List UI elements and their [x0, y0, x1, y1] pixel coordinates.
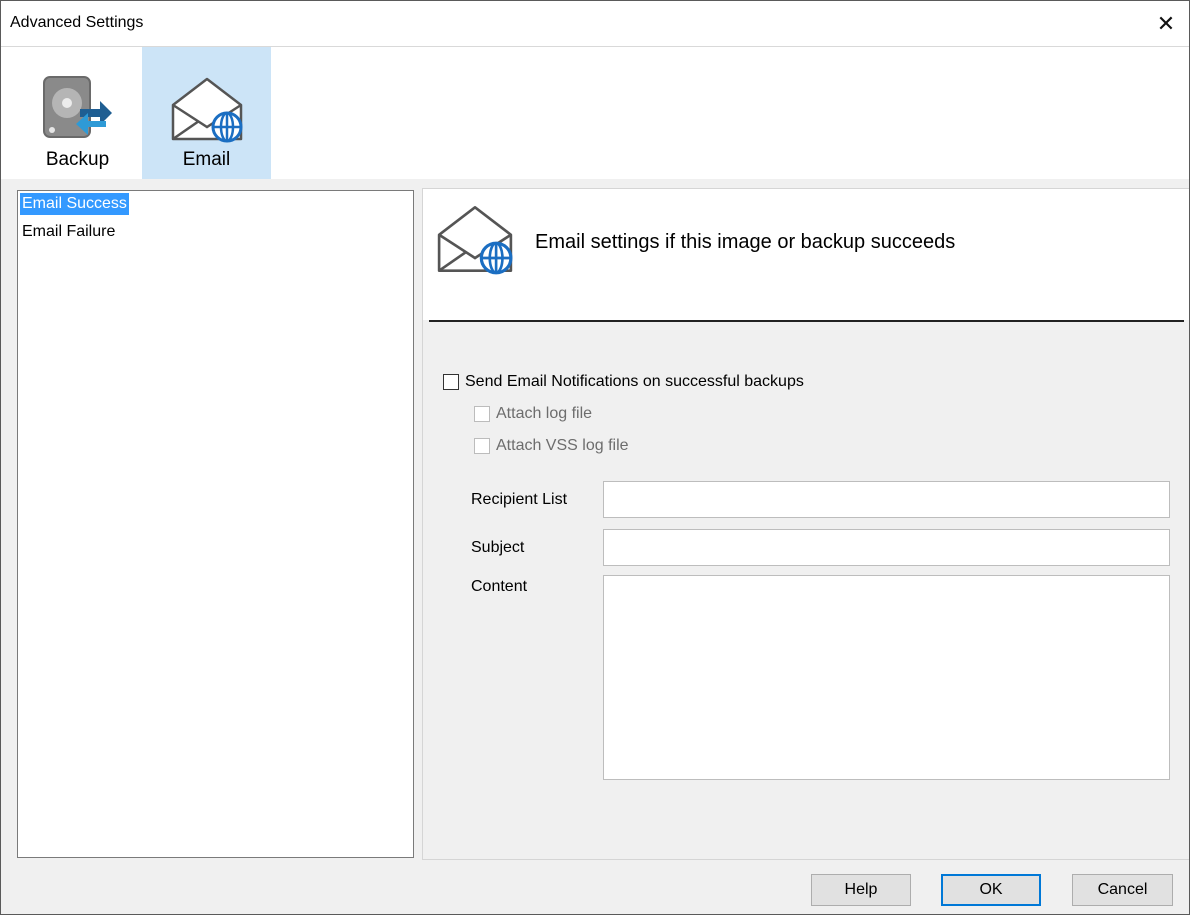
disk-sync-icon — [43, 76, 112, 138]
help-button[interactable]: Help — [811, 874, 911, 906]
toolbar-backup-label: Backup — [45, 149, 110, 170]
panel-heading: Email settings if this image or backup s… — [535, 231, 956, 253]
list-item-email-failure[interactable]: Email Failure — [20, 221, 117, 243]
attach-log-label: Attach log file — [496, 405, 593, 422]
attach-vss-log-row: Attach VSS log file — [474, 437, 629, 455]
content-textarea[interactable] — [603, 575, 1170, 780]
attach-log-checkbox — [474, 406, 490, 422]
settings-panel: Email settings if this image or backup s… — [422, 188, 1189, 860]
subject-label: Subject — [471, 539, 525, 556]
list-item-email-success[interactable]: Email Success — [20, 193, 129, 215]
send-notifications-row[interactable]: Send Email Notifications on successful b… — [443, 373, 804, 391]
toolbar-email-button[interactable]: Email — [142, 47, 271, 179]
subject-input[interactable] — [603, 529, 1170, 566]
send-notifications-label: Send Email Notifications on successful b… — [465, 373, 804, 390]
window-title: Advanced Settings — [10, 14, 144, 31]
cancel-button[interactable]: Cancel — [1072, 874, 1173, 906]
panel-header: Email settings if this image or backup s… — [423, 189, 1189, 320]
recipient-list-label: Recipient List — [471, 491, 568, 508]
send-notifications-checkbox[interactable] — [443, 374, 459, 390]
content-label: Content — [471, 578, 528, 595]
close-icon: ✕ — [1156, 10, 1176, 36]
envelope-globe-icon — [437, 206, 513, 275]
recipient-list-input[interactable] — [603, 481, 1170, 518]
toolbar-backup-button[interactable]: Backup — [13, 47, 142, 179]
ok-button[interactable]: OK — [941, 874, 1041, 906]
attach-vss-log-label: Attach VSS log file — [496, 437, 629, 454]
title-bar: Advanced Settings ✕ — [1, 1, 1189, 47]
close-button[interactable]: ✕ — [1143, 1, 1189, 46]
settings-list: Email Success Email Failure — [17, 190, 414, 858]
attach-vss-log-checkbox — [474, 438, 490, 454]
attach-log-row: Attach log file — [474, 405, 592, 423]
category-toolbar: Backup Email — [1, 47, 1189, 179]
advanced-settings-dialog: Advanced Settings ✕ Backup Email Email S… — [0, 0, 1190, 915]
toolbar-email-label: Email — [182, 149, 231, 170]
envelope-globe-icon — [171, 77, 243, 143]
header-divider — [429, 320, 1184, 322]
